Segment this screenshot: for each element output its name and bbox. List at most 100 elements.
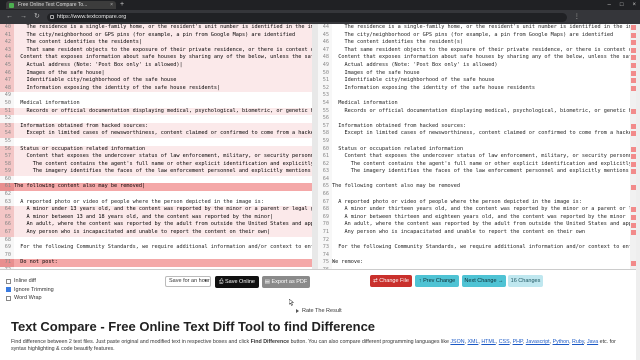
right-diff-line[interactable]: 53 <box>318 92 630 100</box>
left-diff-line[interactable]: 50 Medical information <box>0 99 312 108</box>
right-diff-line[interactable]: 50 Images of the safe house <box>318 69 630 78</box>
language-link[interactable]: JSON <box>450 339 464 345</box>
left-diff-line[interactable]: 72 <box>0 267 312 269</box>
left-diff-line[interactable]: 51 Records or official documentation dis… <box>0 107 312 116</box>
right-diff-line[interactable]: 69 A minor between thirteen and eighteen… <box>318 213 630 222</box>
inline-diff-option[interactable]: Inline diff <box>6 277 54 286</box>
url-bar[interactable]: https://www.textcompare.org <box>46 12 567 22</box>
language-link[interactable]: Ruby <box>572 339 584 345</box>
menu-icon[interactable]: ⋮ <box>574 10 580 24</box>
right-diff-line[interactable]: 47 That same resident objects to the exp… <box>318 46 630 55</box>
left-diff-line[interactable]: 41 The city/neighborhood or GPS pins (fo… <box>0 31 312 40</box>
language-link[interactable]: XML <box>468 339 479 345</box>
modified-text-pane[interactable]: 44 The residence is a single-family home… <box>318 24 630 269</box>
left-diff-line[interactable]: 53 Information obtained from hacked sour… <box>0 122 312 131</box>
left-diff-line[interactable]: 59 The imagery identifies the faces of t… <box>0 168 312 176</box>
language-link[interactable]: HTML <box>481 339 495 345</box>
right-diff-line[interactable]: 62 The content contains the agent's full… <box>318 160 630 169</box>
word-wrap-checkbox[interactable] <box>6 295 11 301</box>
left-diff-line[interactable]: 58 The content contains the agent's full… <box>0 160 312 169</box>
left-diff-line[interactable]: 68 <box>0 236 312 245</box>
left-diff-line[interactable]: 71 Do not post: <box>0 259 312 267</box>
right-diff-line[interactable]: 68 A minor under thirteen years old, and… <box>318 206 630 214</box>
left-diff-line[interactable]: 44 Content that exposes information abou… <box>0 54 312 62</box>
ignore-trimming-checkbox[interactable] <box>6 287 11 293</box>
forward-icon[interactable]: → <box>20 10 27 24</box>
left-diff-line[interactable]: 69 For the following Community Standards… <box>0 244 312 252</box>
left-diff-line[interactable]: 56 Status or occupation related informat… <box>0 145 312 154</box>
left-diff-line[interactable]: 49 <box>0 92 312 100</box>
page-scrollbar[interactable] <box>636 24 640 360</box>
left-diff-line[interactable]: 64 A minor under 13 years old, and the c… <box>0 206 312 214</box>
right-diff-line[interactable]: 76 <box>318 267 630 269</box>
language-link[interactable]: Java <box>587 339 598 345</box>
right-diff-line[interactable]: 44 The residence is a single-family home… <box>318 24 630 32</box>
right-diff-line[interactable]: 74 <box>318 251 630 260</box>
right-diff-line[interactable]: 71 Any person who is incapacitated and u… <box>318 229 630 237</box>
browser-tab[interactable]: Free Online Text Compare To... × <box>6 1 116 9</box>
right-diff-line[interactable]: 57 Information obtained from hacked sour… <box>318 122 630 131</box>
right-diff-line[interactable]: 63 The imagery identifies the faces of t… <box>318 168 630 176</box>
left-diff-line[interactable]: 47 Identifiable city/neighborhood of the… <box>0 77 312 85</box>
right-diff-line[interactable]: 46 The content identifies the resident(s… <box>318 39 630 47</box>
inline-diff-checkbox[interactable] <box>6 278 11 284</box>
left-diff-line[interactable]: 65 A minor between 13 and 18 years old, … <box>0 213 312 222</box>
save-online-button[interactable]: ⎙ Save Online <box>215 275 259 288</box>
prev-change-button[interactable]: ↑ Prev Change <box>415 275 459 287</box>
change-file-button[interactable]: ⇄ Change File <box>370 275 412 287</box>
right-diff-line[interactable]: 58 Except in limited cases of newsworthi… <box>318 130 630 138</box>
language-link[interactable]: PHP <box>513 339 523 345</box>
right-diff-line[interactable]: 55 Records or official documentation dis… <box>318 107 630 116</box>
right-diff-line[interactable]: 56 <box>318 115 630 123</box>
left-diff-line[interactable]: 48 Information exposing the identity of … <box>0 84 312 93</box>
right-diff-line[interactable]: 48 Content that exposes information abou… <box>318 54 630 62</box>
maximize-icon[interactable]: □ <box>620 0 624 10</box>
language-link[interactable]: Javascript <box>526 339 550 345</box>
left-diff-line[interactable]: 63 A reported photo or video of people w… <box>0 198 312 207</box>
word-wrap-option[interactable]: Word Wrap <box>6 294 54 303</box>
save-duration-select[interactable]: Save for an hour ▾ <box>165 276 211 287</box>
right-diff-line[interactable]: 54 Medical information <box>318 99 630 108</box>
new-tab-button[interactable]: + <box>120 1 124 9</box>
right-diff-line[interactable]: 60 Status or occupation related informat… <box>318 145 630 154</box>
right-diff-line[interactable]: 66 <box>318 191 630 199</box>
reload-icon[interactable]: ↻ <box>34 10 40 24</box>
left-diff-line[interactable]: 54 Except in limited cases of newsworthi… <box>0 130 312 138</box>
minimize-icon[interactable]: – <box>608 0 611 10</box>
left-diff-line[interactable]: 61 The following content also may be remo… <box>0 183 312 192</box>
left-diff-line[interactable]: 70 <box>0 251 312 260</box>
export-pdf-button[interactable]: ▤ Export as PDF <box>262 275 310 288</box>
left-diff-line[interactable]: 45 Actual address (Note: 'Post Box only'… <box>0 61 312 70</box>
left-diff-line[interactable]: 43 That same resident objects to the exp… <box>0 46 312 55</box>
ignore-trimming-option[interactable]: Ignore Trimming <box>6 286 54 295</box>
back-icon[interactable]: ← <box>6 10 13 24</box>
right-diff-line[interactable]: 64 <box>318 175 630 184</box>
left-diff-line[interactable]: 42 The content identifies the residents| <box>0 39 312 47</box>
right-diff-line[interactable]: 67 A reported photo or video of people w… <box>318 198 630 207</box>
tab-close-icon[interactable]: × <box>110 1 113 9</box>
left-diff-line[interactable]: 55 <box>0 137 312 146</box>
left-diff-line[interactable]: 57 Content that exposes the undercover s… <box>0 153 312 161</box>
left-diff-line[interactable]: 46 Images of the safe house| <box>0 69 312 78</box>
right-diff-line[interactable]: 45 The city/neighborhood or GPS pins (fo… <box>318 31 630 40</box>
close-window-icon[interactable]: × <box>632 0 636 10</box>
left-diff-line[interactable]: 67 Any person who is incapacitated and u… <box>0 229 312 237</box>
right-diff-line[interactable]: 52 Information exposing the identity of … <box>318 84 630 93</box>
right-diff-line[interactable]: 72 <box>318 236 630 245</box>
left-diff-line[interactable]: 40 The residence is a single-family home… <box>0 24 312 32</box>
next-change-button[interactable]: Next Change → <box>462 275 506 287</box>
language-link[interactable]: Python <box>553 339 570 345</box>
left-diff-line[interactable]: 60 <box>0 175 312 184</box>
right-diff-line[interactable]: 51 Identifiable city/neighborhood of the… <box>318 77 630 85</box>
original-text-pane[interactable]: 40 The residence is a single-family home… <box>0 24 312 269</box>
right-diff-line[interactable]: 70 An adult, where the content was repor… <box>318 221 630 230</box>
rate-result-toggle[interactable]: Rate The Result <box>296 308 342 314</box>
right-diff-line[interactable]: 75 We remove: <box>318 259 630 267</box>
left-diff-line[interactable]: 62 <box>0 191 312 199</box>
right-diff-line[interactable]: 49 Actual address (Note: 'Post Box only'… <box>318 61 630 70</box>
language-link[interactable]: CSS <box>499 339 510 345</box>
right-diff-line[interactable]: 73 For the following Community Standards… <box>318 244 630 252</box>
right-diff-line[interactable]: 59 <box>318 137 630 146</box>
right-diff-line[interactable]: 65 The following content also may be remo… <box>318 183 630 192</box>
right-diff-line[interactable]: 61 Content that exposes the undercover s… <box>318 153 630 161</box>
